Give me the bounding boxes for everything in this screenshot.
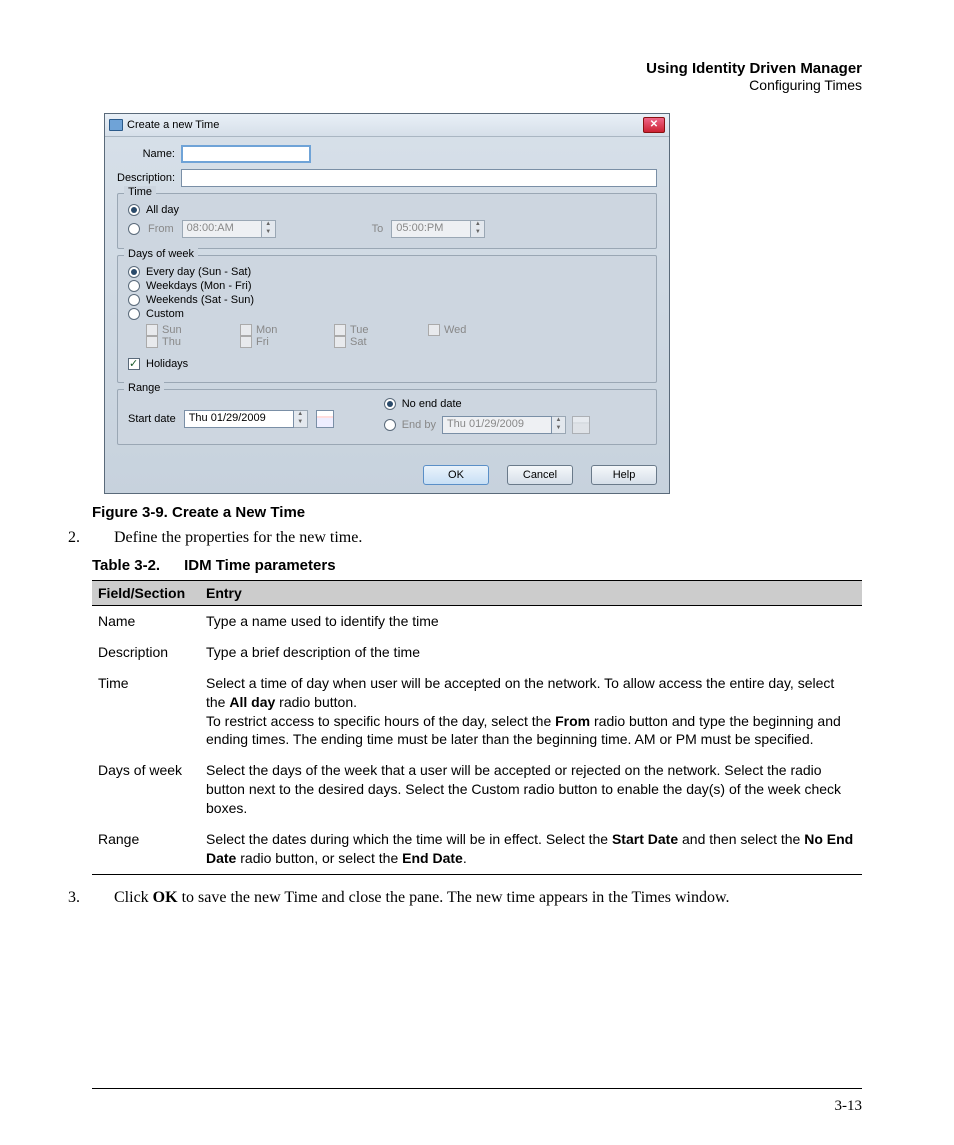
no-end-date-label: No end date	[402, 398, 462, 410]
cell-field: Time	[92, 668, 200, 756]
step-2: 2.Define the properties for the new time…	[116, 529, 862, 547]
fri-checkbox[interactable]	[240, 336, 252, 348]
mon-checkbox[interactable]	[240, 324, 252, 336]
cell-field: Range	[92, 824, 200, 874]
custom-radio[interactable]	[128, 308, 140, 320]
table-caption-title: IDM Time parameters	[184, 557, 335, 574]
sun-label: Sun	[162, 324, 182, 336]
dialog-title: Create a new Time	[127, 119, 219, 131]
cell-field: Name	[92, 606, 200, 637]
start-date-label: Start date	[128, 413, 176, 425]
dow-legend: Days of week	[124, 248, 198, 260]
cell-field: Description	[92, 637, 200, 668]
fri-label: Fri	[256, 336, 269, 348]
idm-time-parameters-table: Field/Section Entry Name Type a name use…	[92, 580, 862, 875]
from-radio[interactable]	[128, 223, 140, 235]
description-label: Description:	[117, 172, 181, 184]
range-fieldset: Range Start date Thu 01/29/2009 ▲▼	[117, 389, 657, 445]
from-time-field[interactable]: 08:00:AM	[182, 220, 262, 238]
end-by-label: End by	[402, 419, 436, 431]
tue-checkbox[interactable]	[334, 324, 346, 336]
allday-label: All day	[146, 204, 179, 216]
end-by-radio[interactable]	[384, 419, 396, 431]
cell-entry: Type a name used to identify the time	[200, 606, 862, 637]
sat-checkbox[interactable]	[334, 336, 346, 348]
to-label: To	[372, 223, 384, 235]
table-head-entry: Entry	[200, 581, 862, 606]
allday-radio[interactable]	[128, 204, 140, 216]
days-of-week-fieldset: Days of week Every day (Sun - Sat) Weekd…	[117, 255, 657, 383]
cell-entry: Select the days of the week that a user …	[200, 755, 862, 824]
calendar-icon[interactable]	[572, 416, 590, 434]
weekends-radio[interactable]	[128, 294, 140, 306]
table-row: Days of week Select the days of the week…	[92, 755, 862, 824]
to-time-field[interactable]: 05:00:PM	[391, 220, 471, 238]
name-label: Name:	[117, 148, 181, 160]
step-3-text: Click OK to save the new Time and close …	[114, 889, 729, 906]
cell-entry: Select the dates during which the time w…	[200, 824, 862, 874]
end-by-spinner[interactable]: ▲▼	[552, 416, 566, 434]
weekdays-label: Weekdays (Mon - Fri)	[146, 280, 252, 292]
weekends-label: Weekends (Sat - Sun)	[146, 294, 254, 306]
start-date-field[interactable]: Thu 01/29/2009	[184, 410, 294, 428]
table-row: Time Select a time of day when user will…	[92, 668, 862, 756]
range-legend: Range	[124, 382, 164, 394]
thu-label: Thu	[162, 336, 181, 348]
page-header: Using Identity Driven Manager Configurin…	[92, 60, 862, 93]
footer-rule	[92, 1088, 862, 1089]
cell-entry: Select a time of day when user will be a…	[200, 668, 862, 756]
cell-entry: Type a brief description of the time	[200, 637, 862, 668]
wed-label: Wed	[444, 324, 466, 336]
tue-label: Tue	[350, 324, 369, 336]
ok-button[interactable]: OK	[423, 465, 489, 485]
name-input[interactable]	[181, 145, 311, 163]
weekdays-radio[interactable]	[128, 280, 140, 292]
holidays-checkbox[interactable]	[128, 358, 140, 370]
thu-checkbox[interactable]	[146, 336, 158, 348]
table-row: Range Select the dates during which the …	[92, 824, 862, 874]
calendar-icon[interactable]	[316, 410, 334, 428]
dialog-titlebar: Create a new Time ✕	[105, 114, 669, 137]
step-3: 3.Click OK to save the new Time and clos…	[116, 889, 862, 907]
create-time-dialog: Create a new Time ✕ Name: Description: T…	[104, 113, 670, 494]
everyday-radio[interactable]	[128, 266, 140, 278]
to-time-spinner[interactable]: ▲▼	[471, 220, 485, 238]
header-title: Using Identity Driven Manager	[92, 60, 862, 77]
mon-label: Mon	[256, 324, 277, 336]
step-3-number: 3.	[92, 889, 114, 907]
wed-checkbox[interactable]	[428, 324, 440, 336]
step-2-number: 2.	[92, 529, 114, 547]
table-head-field: Field/Section	[92, 581, 200, 606]
monitor-icon	[109, 119, 123, 131]
header-subtitle: Configuring Times	[92, 77, 862, 93]
table-row: Name Type a name used to identify the ti…	[92, 606, 862, 637]
holidays-label: Holidays	[146, 358, 188, 370]
cancel-button[interactable]: Cancel	[507, 465, 573, 485]
no-end-date-radio[interactable]	[384, 398, 396, 410]
page-number: 3-13	[835, 1098, 863, 1115]
sat-label: Sat	[350, 336, 367, 348]
table-caption: Table 3-2. IDM Time parameters	[92, 557, 862, 574]
table-caption-label: Table 3-2.	[92, 557, 160, 574]
help-button[interactable]: Help	[591, 465, 657, 485]
table-row: Description Type a brief description of …	[92, 637, 862, 668]
start-date-spinner[interactable]: ▲▼	[294, 410, 308, 428]
step-2-text: Define the properties for the new time.	[114, 529, 362, 546]
time-legend: Time	[124, 186, 156, 198]
cell-field: Days of week	[92, 755, 200, 824]
from-time-spinner[interactable]: ▲▼	[262, 220, 276, 238]
close-button[interactable]: ✕	[643, 117, 665, 133]
description-input[interactable]	[181, 169, 657, 187]
sun-checkbox[interactable]	[146, 324, 158, 336]
everyday-label: Every day (Sun - Sat)	[146, 266, 251, 278]
from-label: From	[148, 223, 174, 235]
end-by-field[interactable]: Thu 01/29/2009	[442, 416, 552, 434]
figure-caption: Figure 3-9. Create a New Time	[92, 504, 862, 521]
time-fieldset: Time All day From 08:00:AM ▲▼ To	[117, 193, 657, 249]
custom-label: Custom	[146, 308, 184, 320]
